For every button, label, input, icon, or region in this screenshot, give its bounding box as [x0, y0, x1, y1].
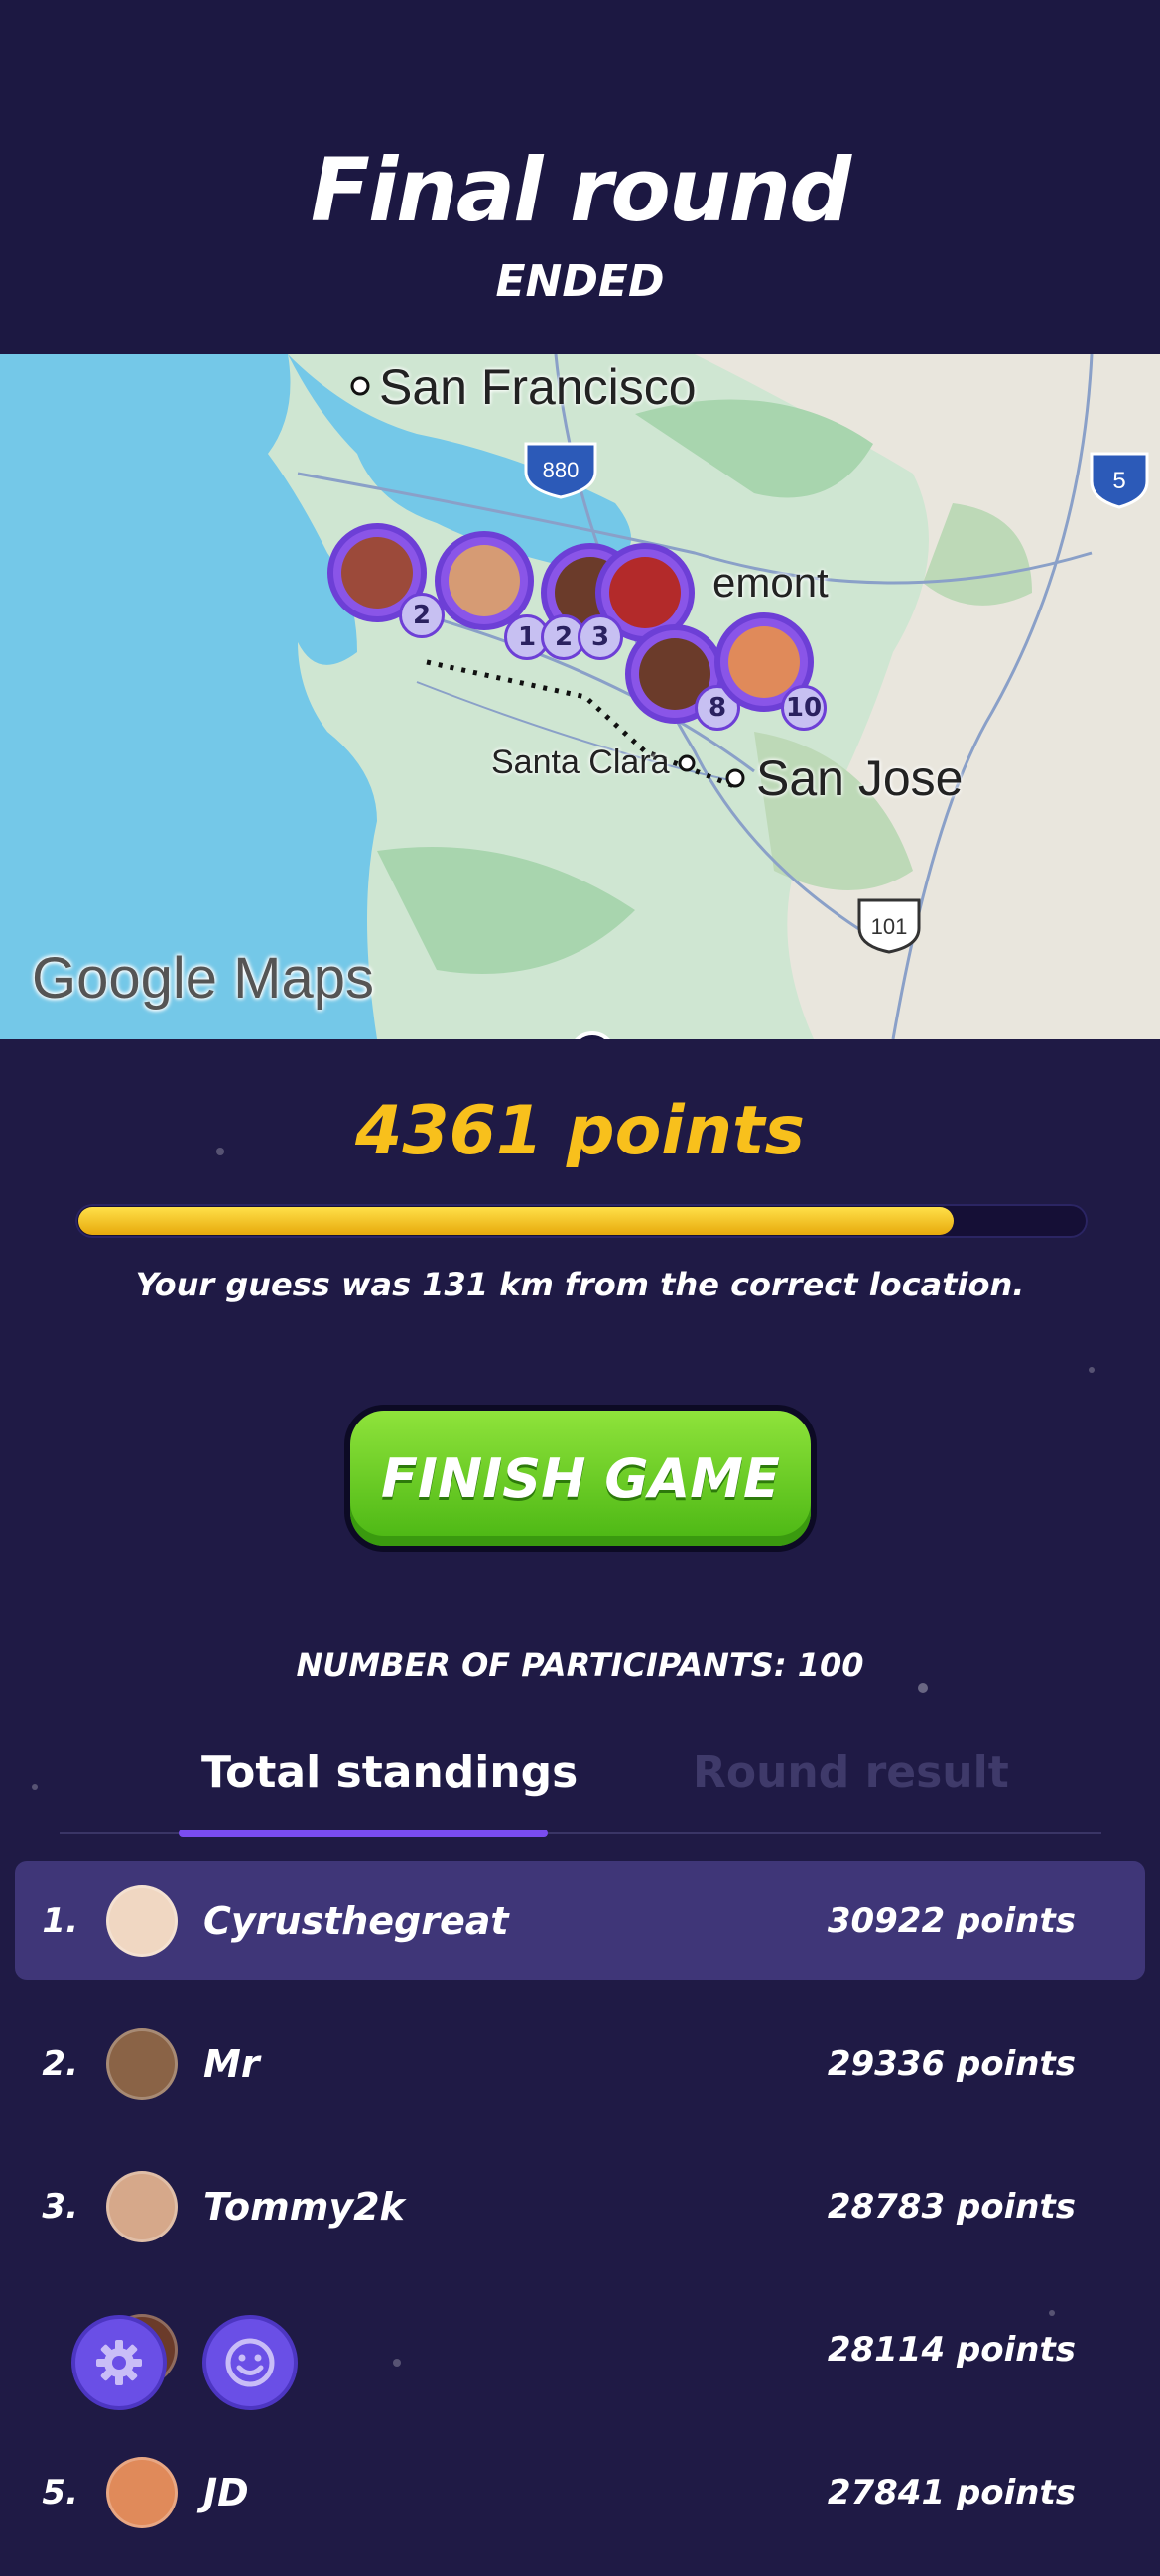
finish-game-button[interactable]: FINISH GAME [344, 1405, 817, 1552]
player-name: Tommy2k [203, 2185, 405, 2229]
label-santa-clara: Santa Clara [491, 744, 670, 781]
label-fremont: emont [712, 559, 829, 606]
score-progress-fill [78, 1207, 955, 1235]
rank: 5. [42, 2473, 78, 2512]
player-points: 28783 points [827, 2187, 1076, 2227]
avatar [106, 1885, 178, 1957]
rank: 2. [42, 2044, 78, 2084]
round-points: 4361 points [354, 1092, 806, 1170]
map-tiles: 880 5 101 [0, 354, 1160, 1039]
pin-badge: 3 [578, 614, 623, 660]
avatar [106, 2171, 178, 2242]
highway-shield-101: 101 [857, 898, 921, 954]
gear-icon [96, 2340, 142, 2385]
svg-text:101: 101 [871, 914, 908, 939]
svg-text:880: 880 [543, 458, 580, 482]
avatar [106, 2028, 178, 2100]
standing-row[interactable]: 5. JD 27841 points [15, 2433, 1145, 2552]
tab-total-standings[interactable]: Total standings [201, 1747, 578, 1798]
player-points: 28114 points [827, 2330, 1076, 2370]
standing-row[interactable]: 1. Cyrusthegreat 30922 points [15, 1861, 1145, 1980]
svg-text:5: 5 [1112, 468, 1125, 494]
player-points: 30922 points [827, 1901, 1076, 1941]
label-san-jose: San Jose [756, 750, 964, 806]
player-points: 29336 points [827, 2044, 1076, 2084]
round-header: Final round ENDED [0, 0, 1160, 354]
highway-shield-5: 5 [1090, 452, 1149, 509]
result-map[interactable]: 880 5 101 San Francisco emont Santa Clar… [0, 354, 1160, 1039]
player-name: JD [203, 2471, 249, 2514]
standing-row[interactable]: r 28114 points [15, 2290, 1145, 2409]
score-progress-bar [75, 1204, 1088, 1238]
google-maps-logo: Google Maps [32, 946, 374, 1011]
standings-tabs: Total standings Round result [60, 1747, 1101, 1837]
highway-shield-880: 880 [524, 442, 597, 499]
settings-button[interactable] [71, 2315, 167, 2410]
round-status: ENDED [495, 256, 665, 307]
finish-game-label: FINISH GAME [350, 1411, 811, 1546]
rank: 1. [42, 1901, 78, 1941]
label-san-francisco: San Francisco [379, 359, 697, 415]
pin-badge: 10 [781, 685, 827, 731]
emote-button[interactable] [202, 2315, 298, 2410]
standing-row[interactable]: 3. Tommy2k 28783 points [15, 2147, 1145, 2266]
smiley-icon [225, 2338, 275, 2387]
page-title: Final round [310, 139, 851, 241]
tab-round-result[interactable]: Round result [693, 1747, 1009, 1798]
active-tab-indicator [179, 1830, 548, 1837]
standings-list: 1. Cyrusthegreat 30922 points 2. Mr 2933… [15, 1861, 1145, 2576]
player-points: 27841 points [827, 2473, 1076, 2512]
participants-count: NUMBER OF PARTICIPANTS: 100 [296, 1646, 864, 1684]
avatar [106, 2457, 178, 2528]
player-name: Mr [203, 2042, 260, 2086]
player-name: Cyrusthegreat [203, 1899, 509, 1943]
rank: 3. [42, 2187, 78, 2227]
distance-text: Your guess was 131 km from the correct l… [135, 1266, 1025, 1303]
standing-row[interactable]: 2. Mr 29336 points [15, 2004, 1145, 2123]
